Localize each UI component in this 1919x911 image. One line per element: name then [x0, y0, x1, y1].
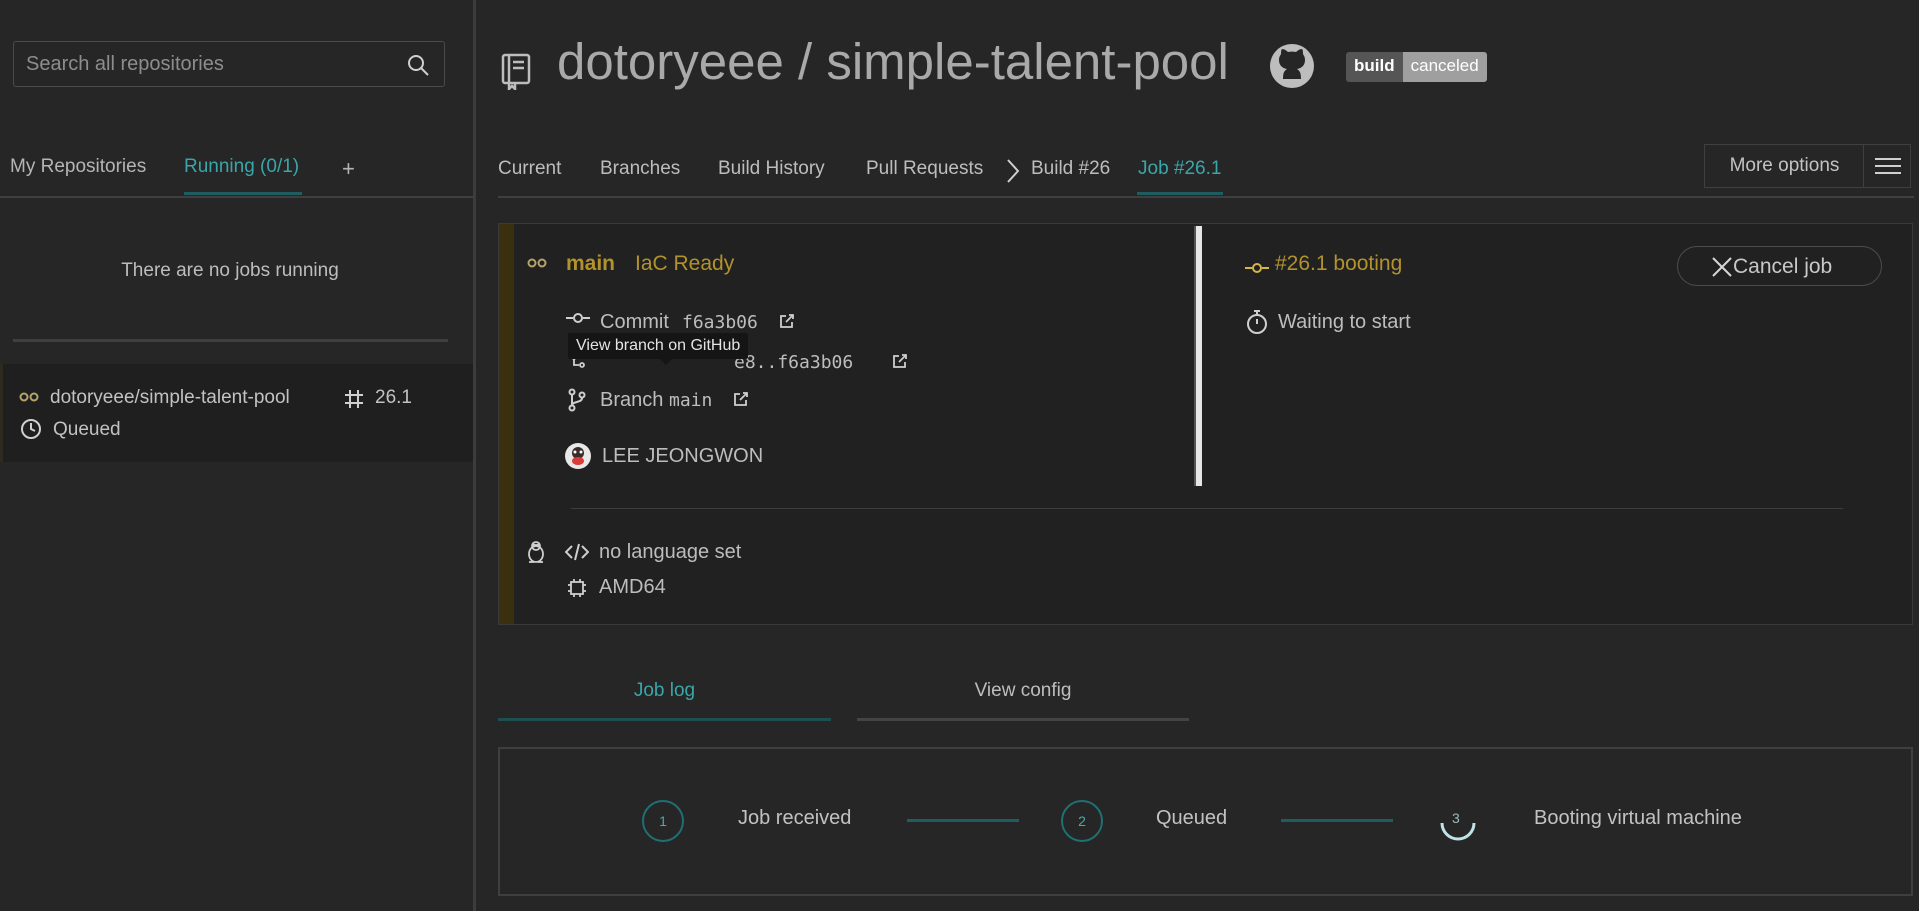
step-connector	[1281, 819, 1393, 822]
commit-message: IaC Ready	[635, 252, 735, 275]
commit-icon	[1245, 262, 1269, 274]
build-status-badge: build canceled	[1346, 52, 1487, 82]
search-box[interactable]	[13, 41, 445, 87]
external-link-icon[interactable]	[892, 353, 908, 369]
active-tab-indicator	[498, 718, 831, 721]
job-number[interactable]: 26.1	[375, 387, 412, 409]
tab-build-history[interactable]: Build History	[718, 158, 825, 180]
active-tab-indicator	[1137, 192, 1223, 195]
job-progress-steps: 1 Job received 2 Queued 3 Booting virtua…	[498, 747, 1913, 896]
tab-my-repositories[interactable]: My Repositories	[10, 156, 146, 178]
stopwatch-icon	[1245, 308, 1269, 336]
add-tab-button[interactable]: +	[342, 156, 355, 182]
sidebar-border	[473, 0, 476, 911]
more-options-button[interactable]: More options	[1704, 144, 1864, 188]
tab-job-log[interactable]: Job log	[498, 680, 831, 702]
branch-icon-dots	[527, 257, 547, 269]
hash-icon	[343, 388, 365, 410]
job-status: Queued	[53, 419, 121, 440]
avatar	[564, 442, 592, 470]
tab-current[interactable]: Current	[498, 158, 561, 180]
tab-job[interactable]: Job #26.1	[1138, 158, 1221, 180]
branch-label[interactable]: Branch	[600, 389, 663, 412]
empty-jobs-message: There are no jobs running	[121, 260, 339, 281]
commit-icon	[566, 312, 590, 324]
running-job-card[interactable]: dotoryeee/simple-talent-pool 26.1 Queued	[0, 364, 473, 462]
repo-icon	[19, 391, 39, 403]
external-link-icon[interactable]	[733, 391, 749, 407]
repo-book-icon	[500, 52, 532, 90]
waiting-status: Waiting to start	[1278, 311, 1411, 333]
cancel-job-button[interactable]: Cancel job	[1677, 246, 1882, 286]
job-state: #26.1 booting	[1275, 252, 1403, 275]
step-3-number: 3	[1452, 810, 1460, 826]
job-state-stripe	[499, 224, 514, 624]
step-1-label: Job received	[738, 807, 852, 829]
job-state-stripe	[0, 364, 3, 462]
branch-name[interactable]: main	[566, 252, 615, 276]
tab-underline	[857, 718, 1189, 721]
clock-icon	[20, 418, 42, 440]
tab-view-config[interactable]: View config	[857, 680, 1189, 702]
cancel-job-label: Cancel job	[1733, 255, 1833, 278]
architecture-label: AMD64	[599, 576, 666, 598]
step-3-label: Booting virtual machine	[1534, 807, 1742, 829]
commit-sha[interactable]: f6a3b06	[682, 312, 758, 333]
page-title[interactable]: dotoryeee / simple-talent-pool	[557, 32, 1229, 91]
branch-value[interactable]: main	[669, 390, 712, 411]
badge-status: canceled	[1402, 52, 1487, 82]
external-link-icon[interactable]	[779, 313, 795, 329]
cpu-icon	[567, 578, 587, 598]
tab-build[interactable]: Build #26	[1031, 158, 1110, 180]
chevron-right-icon	[1006, 158, 1020, 184]
job-repo-link[interactable]: dotoryeee/simple-talent-pool	[50, 387, 290, 409]
author-name: LEE JEONGWON	[602, 445, 764, 467]
step-1-indicator: 1	[642, 800, 684, 842]
step-2-label: Queued	[1156, 807, 1228, 829]
tooltip: View branch on GitHub	[568, 333, 749, 365]
repo-nav: Current Branches Build History Pull Requ…	[498, 150, 1914, 198]
commit-label[interactable]: Commit	[600, 311, 669, 334]
linux-penguin-icon	[526, 540, 546, 564]
active-tab-indicator	[184, 192, 302, 195]
code-icon	[565, 542, 589, 562]
sidebar: My Repositories Running (0/1) + There ar…	[0, 0, 473, 911]
search-icon[interactable]	[406, 53, 430, 77]
step-connector	[907, 819, 1019, 822]
search-input[interactable]	[14, 42, 394, 86]
tab-running[interactable]: Running (0/1)	[184, 156, 299, 178]
panel-vertical-divider	[1194, 226, 1202, 486]
language-label: no language set	[599, 541, 742, 563]
tab-branches[interactable]: Branches	[600, 158, 680, 180]
hamburger-menu-button[interactable]	[1863, 144, 1911, 188]
git-branch-icon	[567, 388, 587, 412]
menu-icon	[1875, 158, 1901, 160]
close-icon	[1711, 256, 1733, 278]
tab-pull-requests[interactable]: Pull Requests	[866, 158, 983, 180]
sidebar-tabs: My Repositories Running (0/1) +	[0, 150, 473, 198]
panel-horizontal-divider	[571, 508, 1843, 509]
badge-label: build	[1346, 52, 1403, 82]
step-2-indicator: 2	[1061, 800, 1103, 842]
compare-range[interactable]: e8..f6a3b06	[734, 352, 853, 373]
sidebar-divider-line	[13, 339, 448, 342]
github-icon[interactable]	[1268, 42, 1316, 90]
